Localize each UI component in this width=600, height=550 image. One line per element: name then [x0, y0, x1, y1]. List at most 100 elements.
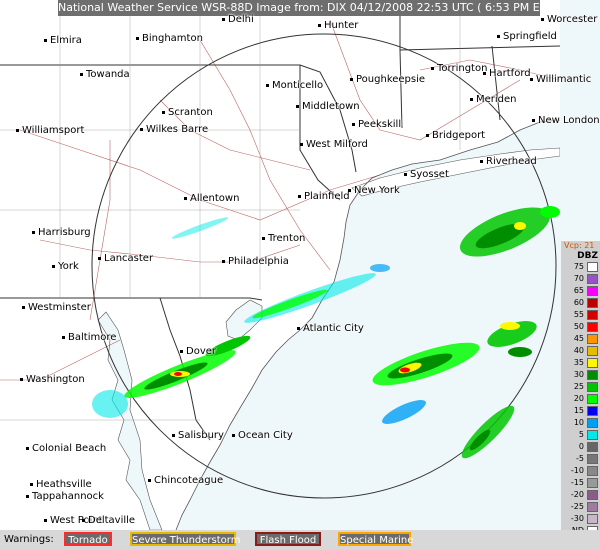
- legend-swatch: [587, 370, 598, 380]
- city-label: Williamsport: [16, 125, 84, 136]
- legend-row: 45: [561, 333, 600, 345]
- city-label: Poughkeepsie: [350, 74, 425, 85]
- reflectivity-legend: Vcp: 21 DBZ 75 70 65 60 55 50 45 40 35 30 25 20 15 10…: [561, 241, 600, 541]
- city-label: Binghamton: [136, 33, 203, 44]
- city-label: New York: [348, 185, 400, 196]
- legend-row: -10: [561, 465, 600, 477]
- legend-value: 15: [573, 406, 584, 415]
- legend-value: 40: [573, 346, 584, 355]
- page-title: National Weather Service WSR-88D Image f…: [58, 0, 540, 16]
- legend-row: 10: [561, 417, 600, 429]
- city-label: York: [52, 261, 79, 272]
- warnings-label: Warnings:: [4, 534, 54, 545]
- legend-value: 75: [573, 262, 584, 271]
- city-label: Hunter: [318, 20, 358, 31]
- city-label: Harrisburg: [32, 227, 91, 238]
- special-marine-warning-button[interactable]: Special Marine: [338, 532, 413, 546]
- city-label: Willimantic: [530, 74, 591, 85]
- legend-row: 70: [561, 273, 600, 285]
- legend-swatch: [587, 346, 598, 356]
- flash-flood-warning-button[interactable]: Flash Flood: [255, 532, 321, 546]
- legend-value: -30: [570, 514, 584, 523]
- legend-swatch: [587, 478, 598, 488]
- city-label: Syosset: [404, 169, 449, 180]
- city-label: Elmira: [44, 35, 82, 46]
- legend-row: 20: [561, 393, 600, 405]
- city-label: Trenton: [262, 233, 305, 244]
- legend-row: 75: [561, 261, 600, 273]
- severe-thunderstorm-warning-button[interactable]: Severe Thunderstorm: [130, 532, 240, 546]
- city-label: Scranton: [162, 107, 213, 118]
- legend-row: 25: [561, 381, 600, 393]
- legend-value: -5: [576, 454, 584, 463]
- tornado-warning-button[interactable]: Tornado: [64, 532, 112, 546]
- city-label: Ocean City: [232, 430, 293, 441]
- legend-row: 65: [561, 285, 600, 297]
- city-label: Colonial Beach: [26, 443, 106, 454]
- city-label: Dover: [180, 346, 216, 357]
- legend-row: -15: [561, 477, 600, 489]
- legend-row: -5: [561, 453, 600, 465]
- legend-swatch: [587, 514, 598, 524]
- legend-value: 10: [573, 418, 584, 427]
- city-label: Tappahannock: [26, 491, 104, 502]
- city-label: Bridgeport: [426, 130, 485, 141]
- city-label: Plainfield: [298, 191, 350, 202]
- legend-swatch: [587, 394, 598, 404]
- legend-swatch: [587, 274, 598, 284]
- legend-value: 70: [573, 274, 584, 283]
- city-label: Hartford: [483, 68, 531, 79]
- city-label: Wilkes Barre: [140, 124, 208, 135]
- legend-swatch: [587, 262, 598, 272]
- city-label: Baltimore: [62, 332, 116, 343]
- legend-unit: DBZ: [577, 251, 598, 261]
- city-label: Westminster: [22, 302, 91, 313]
- radar-frame: National Weather Service WSR-88D Image f…: [0, 0, 600, 550]
- legend-swatch: [587, 406, 598, 416]
- city-label: Meriden: [470, 94, 517, 105]
- legend-value: 55: [573, 310, 584, 319]
- legend-swatch: [587, 490, 598, 500]
- legend-swatch: [587, 334, 598, 344]
- legend-value: -10: [570, 466, 584, 475]
- legend-value: -15: [570, 478, 584, 487]
- city-label: Washington: [20, 374, 85, 385]
- city-label: Heathsville: [30, 479, 92, 490]
- city-label: Worcester: [541, 14, 597, 25]
- legend-swatch: [587, 502, 598, 512]
- city-label: Deltaville: [82, 515, 135, 526]
- legend-swatch: [587, 418, 598, 428]
- vcp-label: Vcp: 21: [564, 241, 595, 250]
- legend-swatch: [587, 430, 598, 440]
- legend-value: 45: [573, 334, 584, 343]
- legend-value: 5: [578, 430, 584, 439]
- legend-row: 35: [561, 357, 600, 369]
- legend-row: -20: [561, 489, 600, 501]
- legend-value: 65: [573, 286, 584, 295]
- legend-row: 50: [561, 321, 600, 333]
- city-label: Chincoteague: [148, 475, 223, 486]
- city-label: Towanda: [80, 69, 130, 80]
- legend-swatch: [587, 454, 598, 464]
- legend-row: 40: [561, 345, 600, 357]
- legend-row: 60: [561, 297, 600, 309]
- legend-value: -25: [570, 502, 584, 511]
- legend-row: 55: [561, 309, 600, 321]
- legend-row: 15: [561, 405, 600, 417]
- legend-value: 20: [573, 394, 584, 403]
- city-label: Torrington: [431, 63, 487, 74]
- city-label: Lancaster: [98, 253, 153, 264]
- legend-value: 50: [573, 322, 584, 331]
- legend-value: 25: [573, 382, 584, 391]
- legend-row: 30: [561, 369, 600, 381]
- city-label: Atlantic City: [297, 323, 364, 334]
- legend-row: -30: [561, 513, 600, 525]
- legend-swatch: [587, 310, 598, 320]
- city-label: Springfield: [497, 31, 557, 42]
- city-label: Middletown: [296, 101, 360, 112]
- legend-swatch: [587, 466, 598, 476]
- city-label: Delhi: [222, 14, 254, 25]
- legend-row: 5: [561, 429, 600, 441]
- city-label: Riverhead: [480, 156, 537, 167]
- city-label: West Milford: [300, 139, 368, 150]
